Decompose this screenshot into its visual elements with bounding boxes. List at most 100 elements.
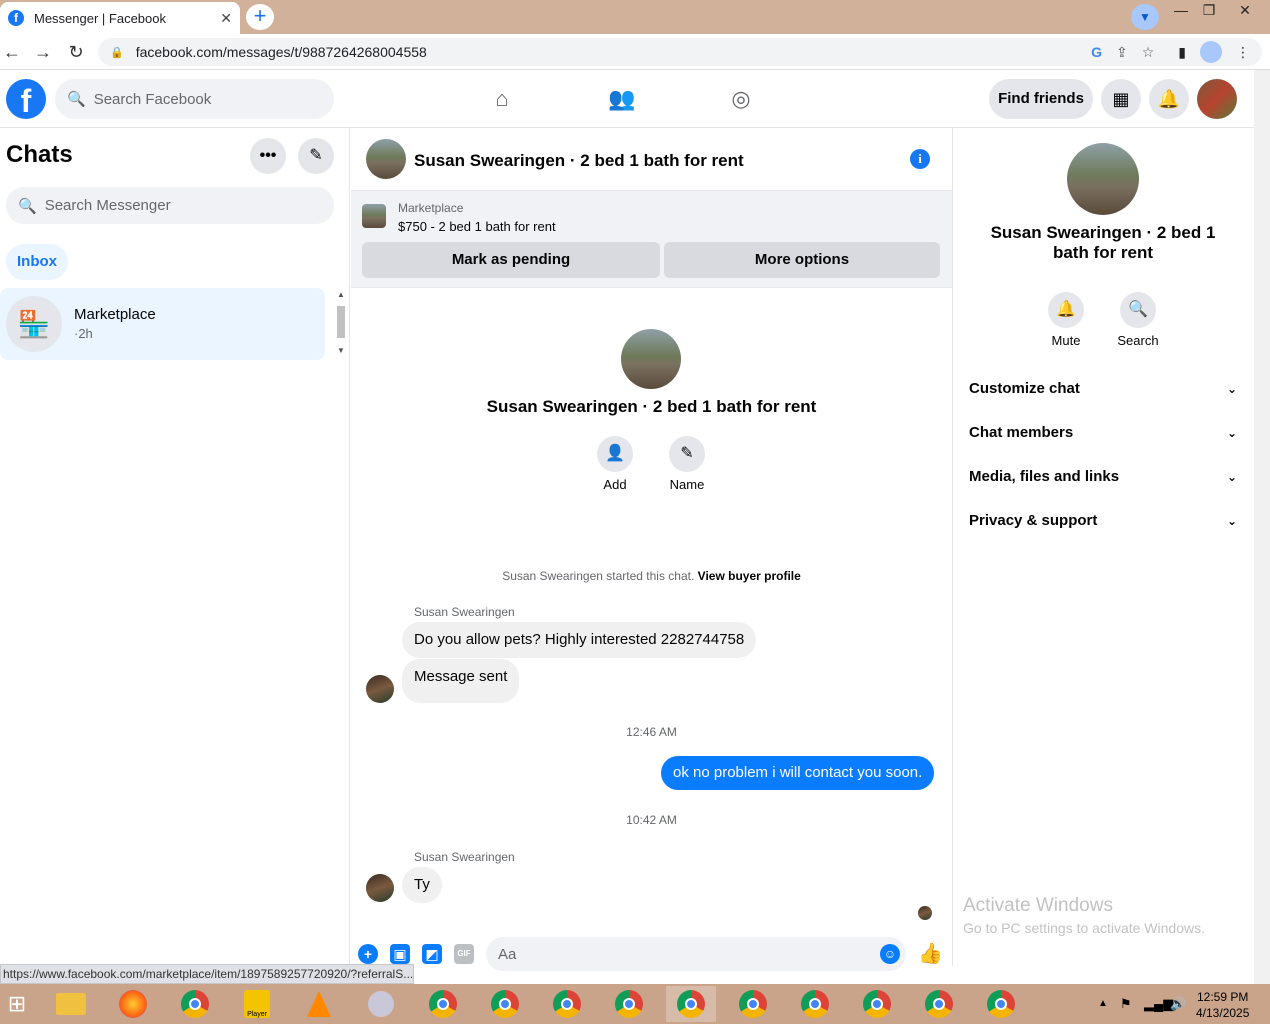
chrome-taskbar-icon[interactable] [914, 986, 964, 1022]
emoji-icon[interactable]: ☺ [880, 944, 900, 964]
activate-windows-subtitle: Go to PC settings to activate Windows. [963, 920, 1205, 936]
find-friends-button[interactable]: Find friends [989, 79, 1093, 119]
message-composer-input[interactable]: Aa [486, 937, 906, 971]
signal-icon[interactable]: ▂▄▆ [1144, 996, 1173, 1012]
listing-thumbnail[interactable] [362, 204, 386, 228]
chrome-menu-icon[interactable]: ⋮ [1236, 44, 1250, 61]
add-label: Add [603, 477, 627, 492]
chrome-taskbar-icon[interactable] [728, 986, 778, 1022]
vlc-icon[interactable] [294, 986, 344, 1022]
sender-avatar[interactable] [366, 874, 394, 902]
scroll-thumb[interactable] [337, 306, 345, 338]
mute-bell-icon[interactable]: 🔔 [1048, 292, 1084, 328]
notifications-bell-icon[interactable]: 🔔 [1149, 79, 1189, 119]
chrome-taskbar-icon[interactable] [480, 986, 530, 1022]
message-bubble[interactable]: Do you allow pets? Highly interested 228… [402, 622, 757, 658]
friends-icon[interactable]: 👥 [607, 84, 637, 114]
customize-chat-item[interactable]: Customize chat ⌄ [969, 380, 1237, 397]
account-avatar[interactable] [1197, 79, 1237, 119]
new-tab-button[interactable]: + [246, 4, 274, 30]
inbox-filter-button[interactable]: Inbox [6, 244, 68, 280]
new-message-icon[interactable]: ✎ [298, 138, 334, 174]
more-options-icon[interactable]: ••• [250, 138, 286, 174]
page-scrollbar[interactable] [1254, 70, 1270, 984]
forward-icon[interactable]: → [33, 42, 53, 62]
close-window-icon[interactable]: ✕ [1230, 2, 1260, 22]
back-icon[interactable]: ← [2, 42, 22, 62]
reload-icon[interactable]: ↻ [66, 42, 86, 62]
my-message-bubble[interactable]: ok no problem i will contact you soon. [661, 756, 935, 790]
media-files-links-item[interactable]: Media, files and links ⌄ [969, 468, 1237, 485]
url-text: facebook.com/messages/t/9887264268004558 [135, 44, 427, 60]
scroll-down-icon[interactable]: ▼ [337, 346, 345, 355]
messenger-search-input[interactable]: 🔍 Search Messenger [6, 187, 334, 224]
restore-icon[interactable]: ❐ [1194, 2, 1224, 22]
attach-photo-icon[interactable]: ▣ [390, 944, 410, 964]
address-bar[interactable]: 🔒 facebook.com/messages/t/98872642680045… [98, 38, 1262, 66]
search-in-chat-icon[interactable]: 🔍 [1120, 292, 1156, 328]
file-explorer-icon[interactable] [46, 986, 96, 1022]
thumbs-up-icon[interactable]: 👍 [918, 942, 943, 966]
share-icon[interactable]: ⇪ [1116, 44, 1128, 61]
chrome-taskbar-icon[interactable] [852, 986, 902, 1022]
mark-as-pending-button[interactable]: Mark as pending [362, 242, 660, 278]
message-bubble[interactable]: Message sent [402, 659, 520, 703]
add-person-icon[interactable]: 👤 [597, 436, 633, 472]
seen-receipt-avatar [918, 906, 932, 920]
bookmark-star-icon[interactable]: ☆ [1142, 44, 1155, 61]
edit-name-icon[interactable]: ✎ [669, 436, 705, 472]
firefox-icon[interactable] [108, 986, 158, 1022]
started-text: Susan Swearingen started this chat. [502, 569, 695, 583]
chrome-taskbar-icon[interactable] [976, 986, 1026, 1022]
google-icon[interactable]: G [1091, 44, 1102, 60]
more-actions-icon[interactable]: + [358, 944, 378, 964]
close-tab-icon[interactable]: ✕ [220, 10, 232, 27]
message-bubble[interactable]: Ty [402, 867, 442, 903]
chevron-down-icon: ⌄ [1226, 381, 1237, 396]
facebook-search-input[interactable]: 🔍 Search Facebook [55, 79, 334, 119]
gif-icon[interactable]: GIF [454, 944, 474, 964]
view-buyer-profile-link[interactable]: View buyer profile [698, 569, 801, 583]
more-options-button[interactable]: More options [664, 242, 940, 278]
chrome-taskbar-icon[interactable] [604, 986, 654, 1022]
chrome-taskbar-icon[interactable] [418, 986, 468, 1022]
tab-search-icon[interactable]: ▼ [1131, 4, 1159, 30]
home-icon[interactable]: ⌂ [487, 84, 517, 114]
chat-members-item[interactable]: Chat members ⌄ [969, 424, 1237, 441]
listing-price-title[interactable]: $750 - 2 bed 1 bath for rent [398, 219, 556, 234]
chevron-down-icon: ⌄ [1226, 513, 1237, 528]
chat-header-title[interactable]: Susan Swearingen · 2 bed 1 bath for rent [414, 151, 744, 171]
privacy-support-item[interactable]: Privacy & support ⌄ [969, 512, 1237, 529]
windows-start-icon[interactable]: ⊞ [0, 986, 34, 1022]
chrome-taskbar-icon[interactable] [790, 986, 840, 1022]
facebook-search-placeholder: Search Facebook [93, 90, 212, 108]
volume-icon[interactable]: 🔊 [1170, 996, 1186, 1012]
scroll-up-icon[interactable]: ▲ [337, 290, 345, 299]
chrome-taskbar-icon[interactable] [170, 986, 220, 1022]
info-icon[interactable]: i [910, 149, 930, 169]
message-sender-name: Susan Swearingen [414, 605, 515, 619]
timestamp: 12:46 AM [626, 725, 677, 739]
player-icon[interactable]: Player [232, 986, 282, 1022]
system-clock[interactable]: 12:59 PM 4/13/2025 [1196, 989, 1249, 1021]
chat-members-label: Chat members [969, 424, 1074, 441]
network-icon[interactable]: ⚑ [1120, 996, 1132, 1012]
facebook-logo[interactable]: f [6, 79, 46, 119]
chat-thumbnail[interactable] [366, 139, 406, 179]
chrome-taskbar-icon[interactable] [542, 986, 592, 1022]
chrome-taskbar-icon[interactable] [666, 986, 716, 1022]
profile-icon[interactable] [1200, 41, 1222, 63]
details-chat-name: Susan Swearingen · 2 bed 1 bath for rent [990, 223, 1216, 262]
app-icon[interactable] [356, 986, 406, 1022]
sticker-icon[interactable]: ◩ [422, 944, 442, 964]
groups-icon[interactable]: ◎ [726, 84, 756, 114]
menu-grid-icon[interactable]: ▦ [1101, 79, 1141, 119]
media-files-links-label: Media, files and links [969, 468, 1120, 485]
minimize-icon[interactable]: — [1166, 2, 1196, 22]
browser-tab[interactable]: f Messenger | Facebook ✕ [0, 2, 240, 34]
chat-list-scrollbar[interactable]: ▲ ▼ [335, 290, 347, 358]
name-label: Name [669, 477, 705, 492]
side-panel-icon[interactable]: ▮ [1178, 44, 1186, 61]
show-hidden-icons-icon[interactable]: ▲ [1098, 998, 1108, 1009]
sender-avatar[interactable] [366, 675, 394, 703]
